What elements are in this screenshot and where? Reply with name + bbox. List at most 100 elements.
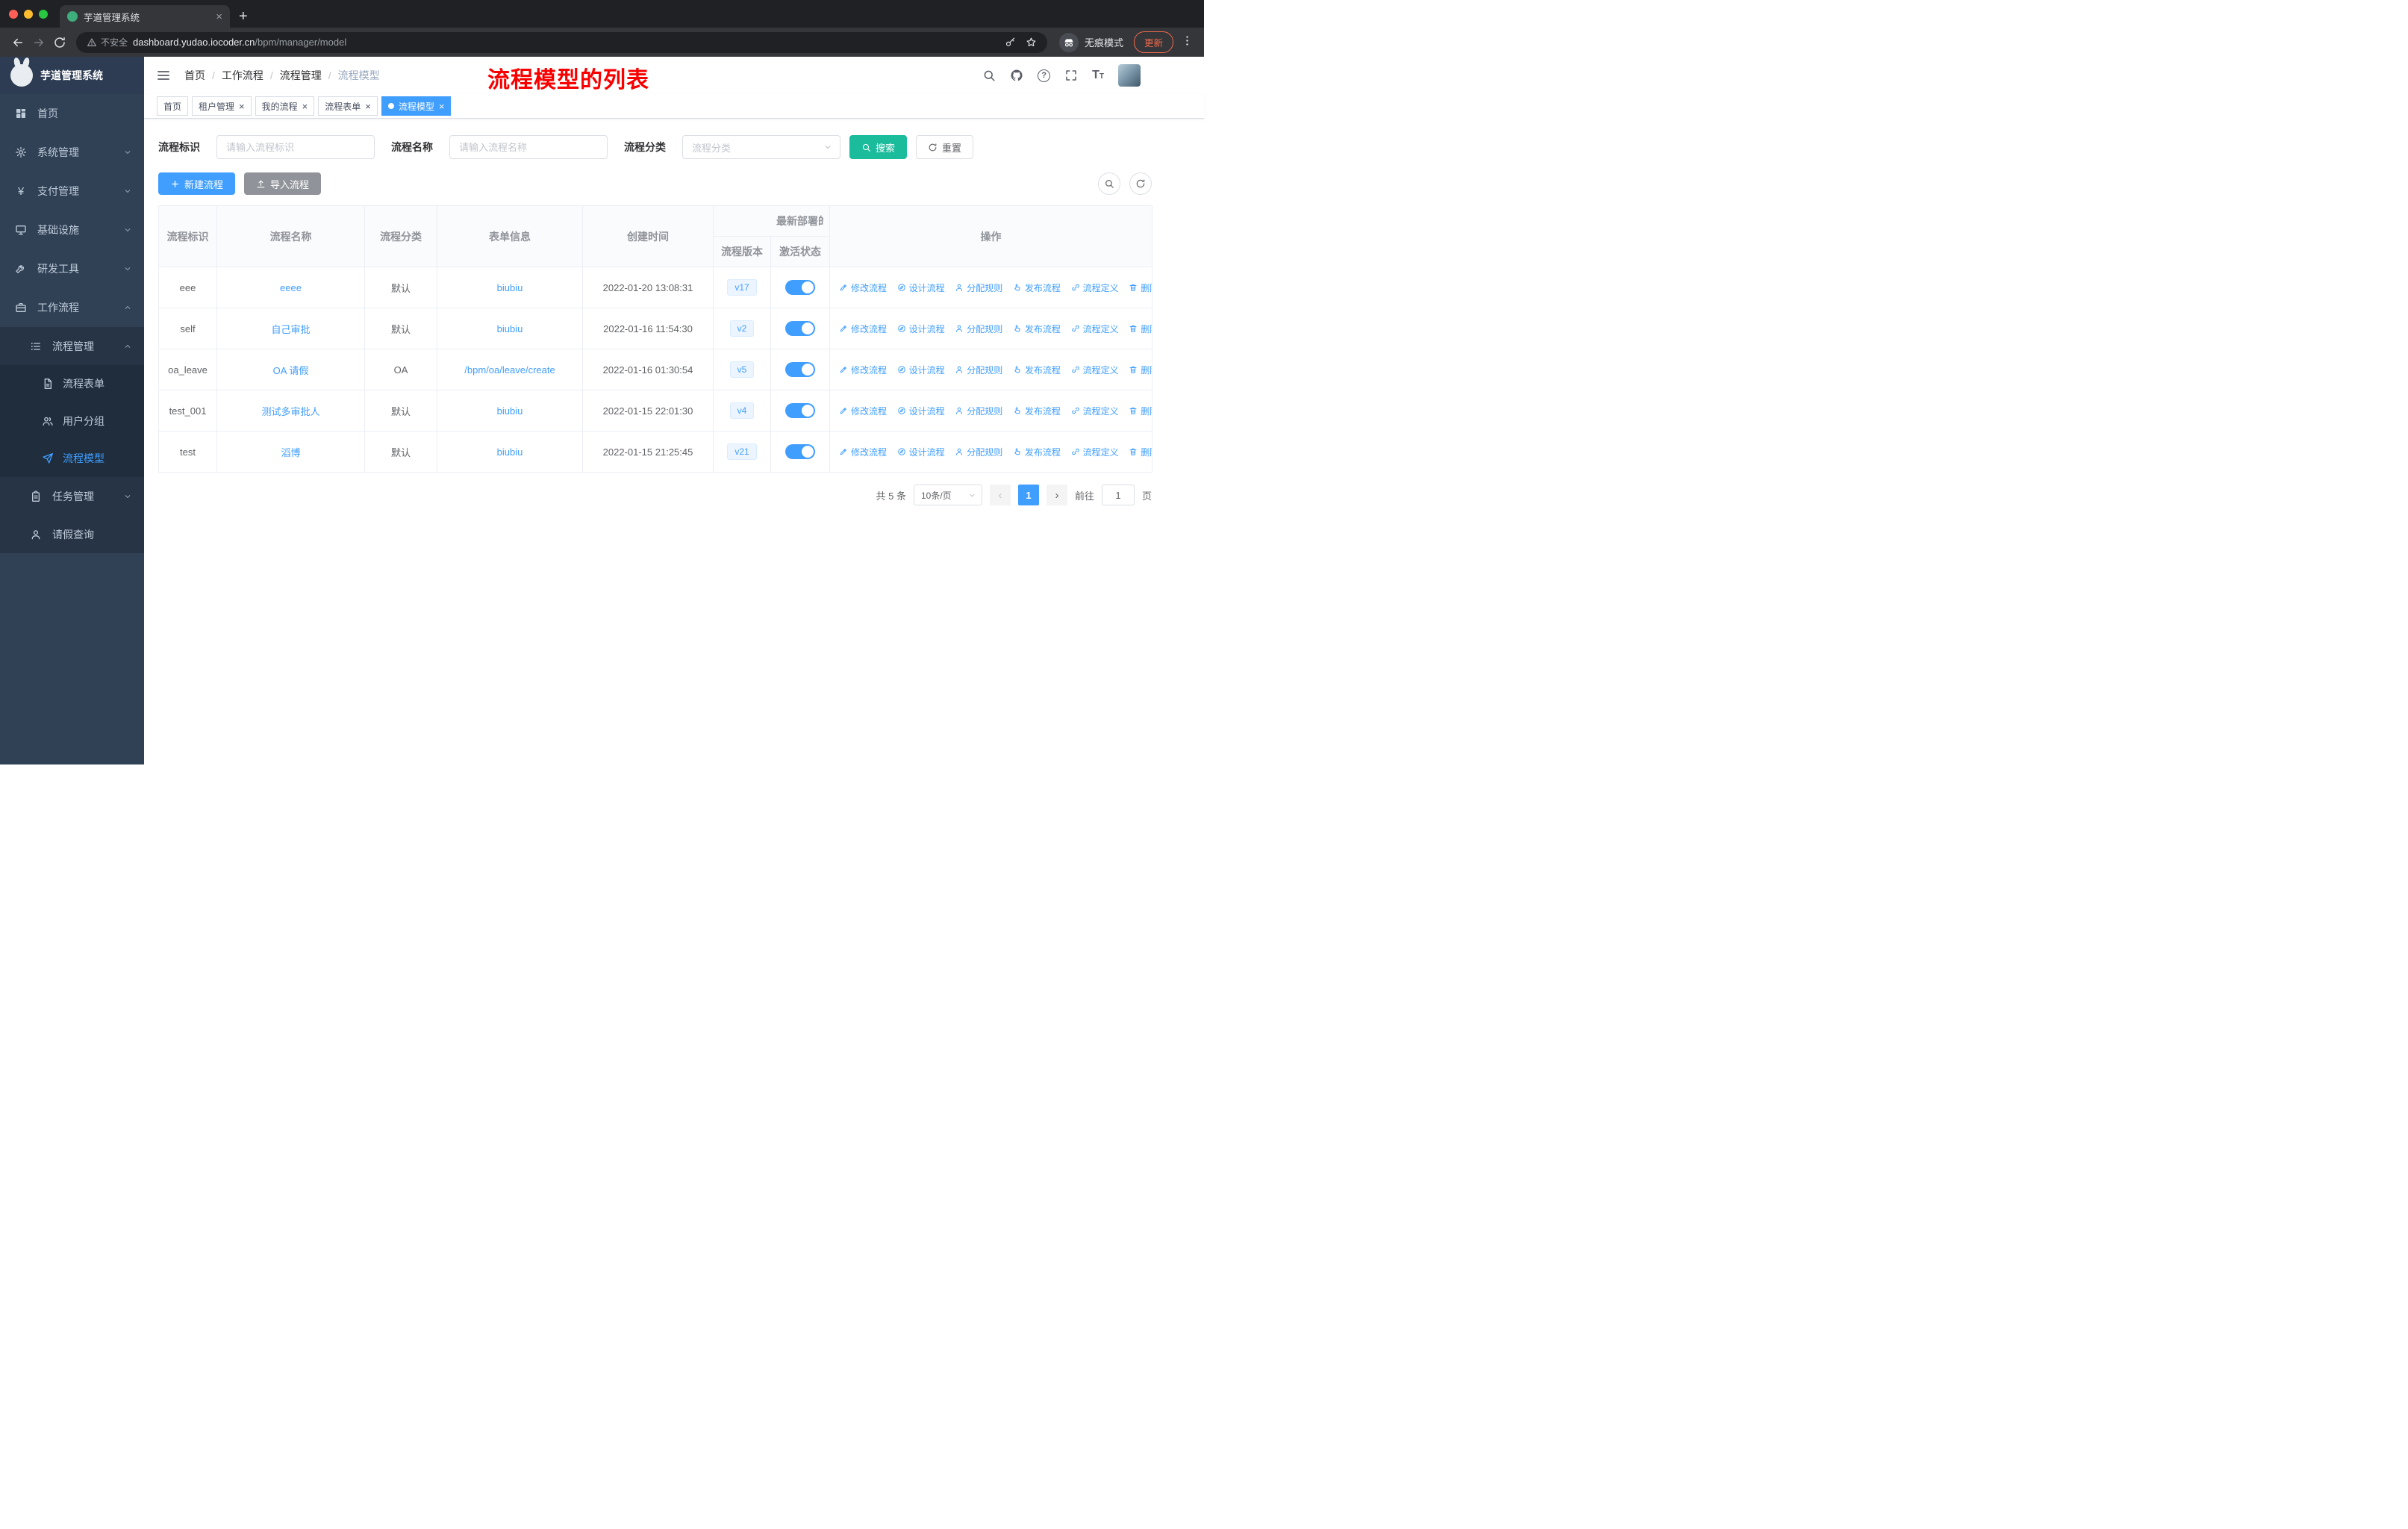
font-size-icon[interactable]: TT bbox=[1092, 69, 1104, 81]
sidebar-item-payment[interactable]: ¥ 支付管理 bbox=[0, 172, 144, 211]
active-toggle[interactable] bbox=[785, 444, 815, 459]
form-link[interactable]: biubiu bbox=[497, 405, 523, 417]
new-tab-button[interactable]: + bbox=[239, 9, 248, 24]
address-bar[interactable]: 不安全 dashboard.yudao.iocoder.cn/bpm/manag… bbox=[76, 31, 1047, 53]
process-name-link[interactable]: 测试多审批人 bbox=[261, 406, 319, 417]
tag-process-form[interactable]: 流程表单 × bbox=[318, 96, 378, 116]
refresh-table-button[interactable] bbox=[1129, 172, 1152, 195]
form-link[interactable]: biubiu bbox=[497, 282, 523, 293]
sidebar-item-task-mgmt[interactable]: 任务管理 bbox=[0, 477, 144, 515]
import-process-button[interactable]: 导入流程 bbox=[244, 172, 322, 195]
sidebar-item-process-model[interactable]: 流程模型 bbox=[0, 440, 144, 477]
sidebar-item-home[interactable]: 首页 bbox=[0, 94, 144, 133]
assign-rule-link[interactable]: 分配规则 bbox=[955, 281, 1002, 294]
minimize-window-button[interactable] bbox=[24, 9, 33, 19]
browser-menu-button[interactable] bbox=[1181, 34, 1194, 51]
sidebar-item-process-form[interactable]: 流程表单 bbox=[0, 365, 144, 402]
back-button[interactable] bbox=[7, 32, 28, 53]
publish-process-link[interactable]: 发布流程 bbox=[1013, 446, 1061, 458]
process-definition-link[interactable]: 流程定义 bbox=[1071, 281, 1119, 294]
active-toggle[interactable] bbox=[785, 280, 815, 295]
category-select[interactable]: 流程分类 bbox=[682, 135, 840, 159]
close-icon[interactable]: × bbox=[239, 102, 245, 111]
delete-process-link[interactable]: 删除 bbox=[1129, 364, 1152, 376]
user-avatar[interactable] bbox=[1118, 64, 1141, 87]
close-icon[interactable]: × bbox=[365, 102, 371, 111]
process-name-link[interactable]: OA 请假 bbox=[273, 365, 309, 376]
toggle-search-button[interactable] bbox=[1098, 172, 1120, 195]
close-icon[interactable]: × bbox=[439, 102, 445, 111]
publish-process-link[interactable]: 发布流程 bbox=[1013, 281, 1061, 294]
close-icon[interactable]: × bbox=[302, 102, 308, 111]
sidebar-collapse-button[interactable] bbox=[156, 68, 171, 83]
tag-my-process[interactable]: 我的流程 × bbox=[255, 96, 315, 116]
modify-process-link[interactable]: 修改流程 bbox=[839, 281, 887, 294]
process-definition-link[interactable]: 流程定义 bbox=[1071, 446, 1119, 458]
process-definition-link[interactable]: 流程定义 bbox=[1071, 323, 1119, 335]
modify-process-link[interactable]: 修改流程 bbox=[839, 446, 887, 458]
design-process-link[interactable]: 设计流程 bbox=[897, 323, 945, 335]
browser-tab[interactable]: 芋道管理系统 × bbox=[60, 5, 230, 28]
process-name-link[interactable]: 滔博 bbox=[281, 447, 300, 458]
design-process-link[interactable]: 设计流程 bbox=[897, 281, 945, 294]
delete-process-link[interactable]: 删除 bbox=[1129, 446, 1152, 458]
page-size-select[interactable]: 10条/页 bbox=[913, 485, 982, 505]
security-status[interactable]: 不安全 bbox=[87, 36, 128, 49]
goto-page-input[interactable] bbox=[1101, 485, 1135, 505]
breadcrumb-item[interactable]: 首页 bbox=[184, 68, 205, 83]
process-name-link[interactable]: 自己审批 bbox=[271, 324, 310, 335]
prev-page-button[interactable]: ‹ bbox=[989, 485, 1011, 505]
close-window-button[interactable] bbox=[9, 9, 18, 19]
modify-process-link[interactable]: 修改流程 bbox=[839, 323, 887, 335]
create-process-button[interactable]: 新建流程 bbox=[158, 172, 236, 195]
form-link[interactable]: /bpm/oa/leave/create bbox=[464, 364, 555, 376]
forward-button[interactable] bbox=[28, 32, 49, 53]
assign-rule-link[interactable]: 分配规则 bbox=[955, 323, 1002, 335]
publish-process-link[interactable]: 发布流程 bbox=[1013, 323, 1061, 335]
password-key-icon[interactable] bbox=[1005, 37, 1016, 48]
process-name-link[interactable]: eeee bbox=[280, 282, 302, 293]
modify-process-link[interactable]: 修改流程 bbox=[839, 364, 887, 376]
process-definition-link[interactable]: 流程定义 bbox=[1071, 405, 1119, 417]
sidebar-item-workflow[interactable]: 工作流程 bbox=[0, 288, 144, 327]
reload-button[interactable] bbox=[49, 32, 70, 53]
bookmark-star-icon[interactable] bbox=[1026, 37, 1037, 48]
sidebar-item-devtools[interactable]: 研发工具 bbox=[0, 249, 144, 288]
chrome-update-button[interactable]: 更新 bbox=[1133, 31, 1173, 53]
sidebar-item-process-mgmt[interactable]: 流程管理 bbox=[0, 327, 144, 365]
assign-rule-link[interactable]: 分配规则 bbox=[955, 405, 1002, 417]
modify-process-link[interactable]: 修改流程 bbox=[839, 405, 887, 417]
form-link[interactable]: biubiu bbox=[497, 323, 523, 334]
next-page-button[interactable]: › bbox=[1046, 485, 1067, 505]
search-button[interactable]: 搜索 bbox=[849, 135, 908, 159]
sidebar-item-user-group[interactable]: 用户分组 bbox=[0, 402, 144, 440]
delete-process-link[interactable]: 删除 bbox=[1129, 281, 1152, 294]
publish-process-link[interactable]: 发布流程 bbox=[1013, 364, 1061, 376]
design-process-link[interactable]: 设计流程 bbox=[897, 364, 945, 376]
process-name-input[interactable] bbox=[449, 135, 608, 159]
design-process-link[interactable]: 设计流程 bbox=[897, 405, 945, 417]
process-key-input[interactable] bbox=[216, 135, 375, 159]
form-link[interactable]: biubiu bbox=[497, 446, 523, 458]
sidebar-item-infra[interactable]: 基础设施 bbox=[0, 211, 144, 249]
breadcrumb-item[interactable]: 流程管理 bbox=[280, 68, 322, 83]
sidebar-item-leave-query[interactable]: 请假查询 bbox=[0, 515, 144, 553]
tag-process-model[interactable]: 流程模型 × bbox=[381, 96, 452, 116]
github-icon[interactable] bbox=[1010, 69, 1023, 82]
page-number-current[interactable]: 1 bbox=[1017, 485, 1039, 505]
delete-process-link[interactable]: 删除 bbox=[1129, 405, 1152, 417]
tab-close-icon[interactable]: × bbox=[216, 11, 222, 22]
breadcrumb-item[interactable]: 工作流程 bbox=[222, 68, 263, 83]
search-icon[interactable] bbox=[982, 69, 996, 82]
publish-process-link[interactable]: 发布流程 bbox=[1013, 405, 1061, 417]
sidebar-item-system[interactable]: 系统管理 bbox=[0, 133, 144, 172]
assign-rule-link[interactable]: 分配规则 bbox=[955, 364, 1002, 376]
reset-button[interactable]: 重置 bbox=[916, 135, 974, 159]
active-toggle[interactable] bbox=[785, 321, 815, 336]
tag-home[interactable]: 首页 bbox=[157, 96, 189, 116]
fullscreen-icon[interactable] bbox=[1064, 69, 1078, 82]
design-process-link[interactable]: 设计流程 bbox=[897, 446, 945, 458]
zoom-window-button[interactable] bbox=[39, 9, 48, 19]
help-icon[interactable]: ? bbox=[1038, 69, 1051, 82]
assign-rule-link[interactable]: 分配规则 bbox=[955, 446, 1002, 458]
